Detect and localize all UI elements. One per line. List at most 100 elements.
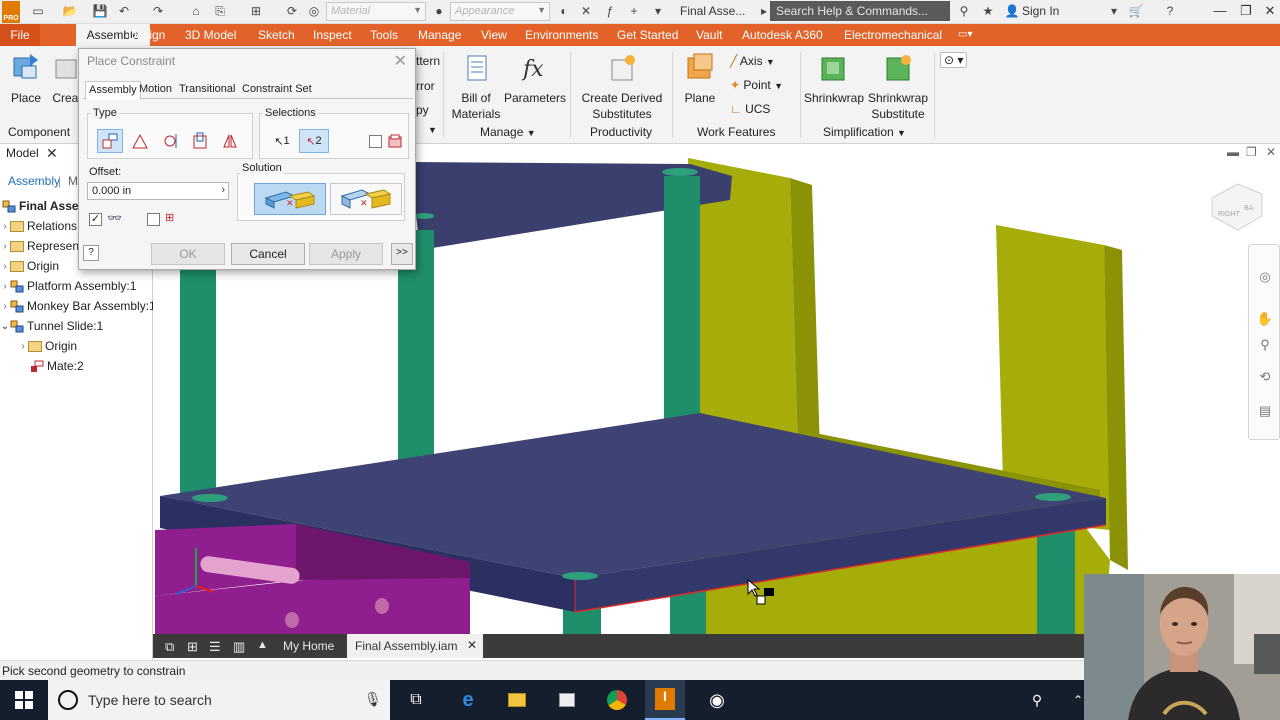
restore-button[interactable]: ❐ — [1236, 3, 1256, 19]
create-derived-substitutes-button[interactable]: Create Derived Substitutes — [578, 52, 666, 122]
symmetry-type-button[interactable] — [217, 129, 243, 153]
ok-button[interactable]: OK — [151, 243, 225, 265]
tab-motion[interactable]: Motion — [139, 83, 172, 95]
plane-button[interactable]: Plane — [680, 52, 720, 106]
tab-constraint-set[interactable]: Constraint Set — [242, 83, 312, 95]
post[interactable] — [180, 248, 216, 503]
tree-item-platform-assembly[interactable]: › Platform Assembly:1 — [0, 277, 136, 295]
simplification-group-label[interactable]: Simplification ▼ — [823, 125, 906, 139]
close-button[interactable]: ✕ — [1260, 3, 1280, 19]
tab-vault[interactable]: Vault — [696, 28, 722, 42]
update-icon[interactable]: ⟳ — [284, 3, 300, 19]
mate-solution-button[interactable]: ✕ — [254, 183, 326, 215]
shrinkwrap-button[interactable]: Shrinkwrap — [804, 52, 864, 106]
selection-2-button[interactable]: ↖ 2 — [299, 129, 329, 153]
open-folder-icon[interactable]: 📂 — [62, 3, 78, 19]
tab-transitional[interactable]: Transitional — [179, 83, 235, 95]
pan-hand-icon[interactable]: ✋ — [1256, 311, 1274, 329]
new-file-icon[interactable]: ▭ — [30, 3, 46, 19]
predict-offset-checkbox[interactable] — [147, 213, 160, 226]
chevron-right-icon[interactable]: › — [0, 301, 10, 312]
document-menu-icon[interactable]: ▲ — [249, 634, 276, 658]
tab-get-started[interactable]: Get Started — [617, 28, 678, 42]
tab-manage[interactable]: Manage — [418, 28, 461, 42]
mirror-button[interactable]: rror — [416, 79, 435, 93]
store-icon[interactable] — [555, 688, 579, 712]
tree-root[interactable]: Final Assem — [2, 197, 89, 215]
select-icon[interactable]: ⊞ — [248, 3, 264, 19]
mate-type-button[interactable] — [97, 129, 123, 153]
material-combo[interactable]: Material ▼ — [326, 2, 426, 21]
zoom-icon[interactable]: ⚲ — [1256, 337, 1274, 355]
edge-browser-icon[interactable]: e — [456, 688, 480, 712]
manage-group-label[interactable]: Manage ▼ — [480, 125, 536, 139]
post[interactable] — [664, 176, 700, 426]
ribbon-options-icon[interactable]: ▭▾ — [958, 29, 972, 40]
ucs-button[interactable]: ∟ UCS — [730, 102, 770, 116]
chrome-icon[interactable] — [605, 688, 629, 712]
apply-button[interactable]: Apply — [309, 243, 383, 265]
copy-button[interactable]: py — [416, 103, 429, 117]
globe-icon[interactable]: ◎ — [306, 3, 322, 19]
bill-of-materials-button[interactable]: Bill of Materials — [450, 52, 502, 122]
pick-part-first-icon[interactable] — [387, 133, 403, 149]
undo-icon[interactable]: ↶ — [116, 3, 132, 19]
return-icon[interactable]: ⎘ — [212, 3, 228, 19]
tab-electromechanical[interactable]: Electromechanical — [844, 28, 942, 42]
chevron-down-icon[interactable]: ▾ — [1106, 3, 1122, 19]
chevron-right-icon[interactable]: › — [18, 341, 28, 352]
axis-button[interactable]: ╱ Axis ▼ — [730, 54, 775, 68]
tab-autodesk-a360[interactable]: Autodesk A360 — [742, 28, 823, 42]
shrinkwrap-substitute-button[interactable]: Shrinkwrap Substitute — [866, 52, 930, 122]
work-features-group-label[interactable]: Work Features — [697, 125, 775, 139]
angle-type-button[interactable] — [127, 129, 153, 153]
inventor-taskbar-icon[interactable]: I — [645, 680, 685, 720]
assembly-view-tab[interactable]: Assembly — [8, 174, 60, 188]
orbit-icon[interactable]: ⟲ — [1256, 369, 1274, 387]
tab-environments[interactable]: Environments — [525, 28, 598, 42]
windows-start-icon[interactable] — [12, 688, 36, 712]
minimize-button[interactable]: — — [1210, 3, 1230, 18]
offset-input[interactable]: 0.000 in › — [87, 182, 229, 200]
tree-item-tunnel-origin[interactable]: › Origin — [18, 337, 77, 355]
close-view-icon[interactable]: ✕ — [1266, 145, 1276, 159]
viewcube-icon[interactable] — [1211, 183, 1263, 231]
help-icon[interactable]: ? — [1162, 3, 1178, 19]
flush-solution-button[interactable]: ✕ — [330, 183, 402, 215]
fx-icon[interactable]: ƒ — [602, 3, 618, 19]
cancel-button[interactable]: Cancel — [231, 243, 305, 265]
post[interactable] — [670, 590, 706, 634]
tree-item-monkey-bar-assembly[interactable]: › Monkey Bar Assembly:1 — [0, 297, 155, 315]
dialog-close-button[interactable]: ✕ — [394, 51, 407, 71]
taskbar-search-input[interactable]: Type here to search 🎙 — [48, 680, 390, 720]
obs-icon[interactable]: ◉ — [705, 688, 729, 712]
tab-tools[interactable]: Tools — [370, 28, 398, 42]
viewcube-back-face[interactable]: BA — [1244, 204, 1254, 212]
insert-type-button[interactable] — [187, 129, 213, 153]
chevron-down-icon[interactable]: ▼ — [428, 125, 437, 135]
star-icon[interactable]: ★ — [980, 3, 996, 19]
tab-sketch[interactable]: Sketch — [258, 28, 295, 42]
chevron-right-icon[interactable]: › — [0, 241, 10, 252]
tab-design[interactable]: Design — [128, 28, 165, 42]
first-occurrence-checkbox[interactable] — [369, 135, 382, 148]
tree-item-tunnel-slide[interactable]: ⌄ Tunnel Slide:1 — [0, 317, 103, 335]
help-icon[interactable]: ? — [83, 245, 99, 261]
minimize-view-icon[interactable]: ▬ — [1227, 145, 1239, 159]
chevron-right-icon[interactable]: › — [0, 261, 10, 272]
close-icon[interactable]: ✕ — [467, 638, 477, 652]
clear-icon[interactable]: ✕ — [578, 3, 594, 19]
tab-inspect[interactable]: Inspect — [313, 28, 352, 42]
people-icon[interactable]: ⚲ — [1025, 688, 1049, 712]
post[interactable] — [1037, 520, 1075, 634]
pattern-button[interactable]: ttern — [416, 54, 440, 68]
tab-3d-model[interactable]: 3D Model — [185, 28, 236, 42]
restore-view-icon[interactable]: ❐ — [1246, 145, 1257, 159]
selection-1-button[interactable]: ↖ 1 — [267, 129, 297, 153]
plus-icon[interactable]: + — [626, 3, 642, 19]
save-icon[interactable]: 💾 — [92, 3, 108, 19]
appearance-combo[interactable]: Appearance ▼ — [450, 2, 550, 21]
steering-wheel-icon[interactable]: ◎ — [1256, 269, 1274, 287]
viewcube-right-face[interactable]: RIGHT — [1218, 210, 1241, 218]
redo-icon[interactable]: ↷ — [150, 3, 166, 19]
